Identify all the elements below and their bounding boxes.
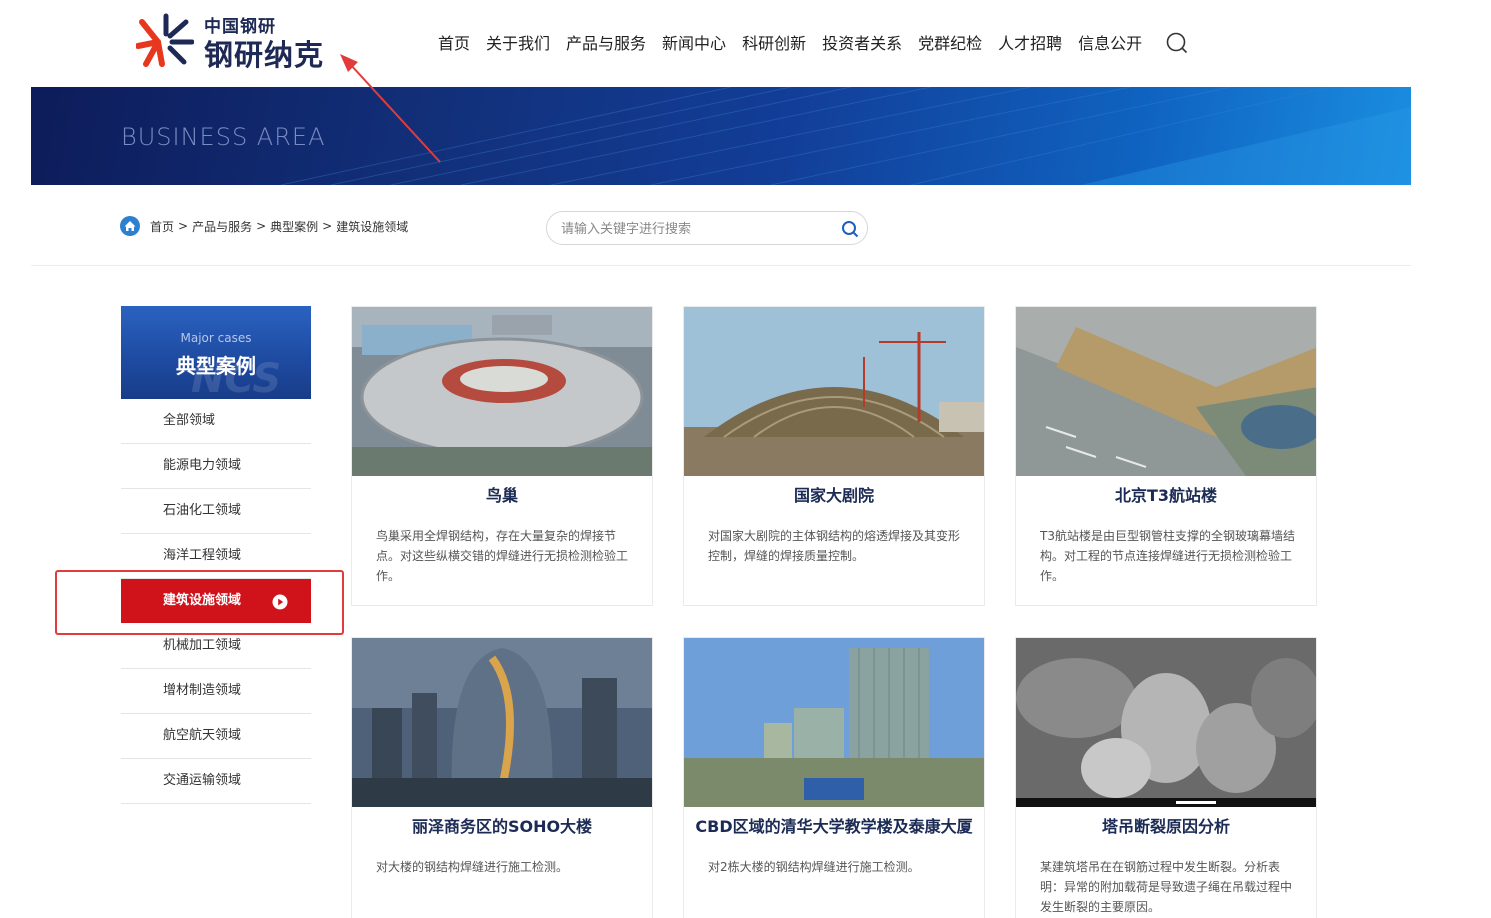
breadcrumb-separator: >	[322, 219, 333, 233]
sidebar-header: NCS Major cases 典型案例	[121, 306, 311, 399]
main-nav: 首页 关于我们 产品与服务 新闻中心 科研创新 投资者关系 党群纪检 人才招聘 …	[438, 30, 1158, 54]
site-header: 中国钢研 钢研纳克 首页 关于我们 产品与服务 新闻中心 科研创新 投资者关系 …	[0, 0, 1491, 87]
nav-disclosure[interactable]: 信息公开	[1078, 30, 1142, 54]
sidebar-title: 典型案例	[176, 354, 256, 378]
case-title[interactable]: 丽泽商务区的SOHO大楼	[352, 813, 652, 837]
case-image-t3-terminal	[1016, 307, 1316, 476]
nav-investors[interactable]: 投资者关系	[822, 30, 902, 54]
annotation-highlight-box	[55, 570, 344, 635]
sidebar-item-transport[interactable]: 交通运输领域	[121, 759, 311, 804]
case-title[interactable]: 鸟巢	[352, 482, 652, 506]
content-divider	[31, 265, 1411, 266]
case-title[interactable]: CBD区域的清华大学教学楼及泰康大厦	[684, 813, 984, 837]
search-icon[interactable]	[1166, 32, 1188, 54]
case-image-birds-nest	[352, 307, 652, 476]
breadcrumb-separator: >	[178, 219, 189, 233]
case-title[interactable]: 国家大剧院	[684, 482, 984, 506]
case-description: 对大楼的钢结构焊缝进行施工检测。	[376, 860, 569, 874]
logo-brand-text: 钢研纳克	[204, 38, 325, 72]
case-image-fracture-sem	[1016, 638, 1316, 807]
sidebar-item-all[interactable]: 全部领域	[121, 399, 311, 444]
case-title[interactable]: 北京T3航站楼	[1016, 482, 1316, 506]
sidebar-item-aerospace[interactable]: 航空航天领域	[121, 714, 311, 759]
nav-party[interactable]: 党群纪检	[918, 30, 982, 54]
breadcrumb: 首页 > 产品与服务 > 典型案例 > 建筑设施领域	[120, 216, 412, 236]
case-card[interactable]: 塔吊断裂原因分析 某建筑塔吊在在钢筋过程中发生断裂。分析表明：异常的附加载荷是导…	[1015, 637, 1317, 918]
case-title[interactable]: 塔吊断裂原因分析	[1016, 813, 1316, 837]
page-banner: BUSINESS AREA	[31, 87, 1411, 185]
sidebar-subtitle: Major cases	[180, 331, 252, 345]
site-logo[interactable]: 中国钢研 钢研纳克	[136, 10, 346, 72]
case-image-cbd-towers	[684, 638, 984, 807]
nav-news[interactable]: 新闻中心	[662, 30, 726, 54]
case-card[interactable]: 北京T3航站楼 T3航站楼是由巨型钢管柱支撑的全钢玻璃幕墙结构。对工程的节点连接…	[1015, 306, 1317, 606]
breadcrumb-separator: >	[256, 219, 267, 233]
nav-about[interactable]: 关于我们	[486, 30, 550, 54]
sidebar-item-energy[interactable]: 能源电力领域	[121, 444, 311, 489]
case-description: 鸟巢采用全焊钢结构，存在大量复杂的焊接节点。对这些纵横交错的焊缝进行无损检测检验…	[376, 529, 629, 583]
case-description: 某建筑塔吊在在钢筋过程中发生断裂。分析表明：异常的附加载荷是导致遗子绳在吊载过程…	[1040, 860, 1293, 914]
breadcrumb-cases[interactable]: 典型案例	[270, 218, 318, 235]
banner-title: BUSINESS AREA	[121, 123, 326, 151]
breadcrumb-products[interactable]: 产品与服务	[192, 218, 252, 235]
case-description: T3航站楼是由巨型钢管柱支撑的全钢玻璃幕墙结构。对工程的节点连接焊缝进行无损检测…	[1040, 529, 1295, 583]
keyword-search	[546, 211, 868, 245]
nav-careers[interactable]: 人才招聘	[998, 30, 1062, 54]
case-card[interactable]: 国家大剧院 对国家大剧院的主体钢结构的熔透焊接及其变形控制，焊缝的焊接质量控制。	[683, 306, 985, 606]
case-card[interactable]: 鸟巢 鸟巢采用全焊钢结构，存在大量复杂的焊接节点。对这些纵横交错的焊缝进行无损检…	[351, 306, 653, 606]
nav-products[interactable]: 产品与服务	[566, 30, 646, 54]
home-icon[interactable]	[120, 216, 140, 236]
breadcrumb-current: 建筑设施领域	[336, 219, 409, 234]
case-image-national-theater	[684, 307, 984, 476]
search-input[interactable]	[561, 219, 821, 239]
case-description: 对2栋大楼的钢结构焊缝进行施工检测。	[708, 860, 920, 874]
breadcrumb-home[interactable]: 首页	[150, 218, 174, 235]
nav-research[interactable]: 科研创新	[742, 30, 806, 54]
case-card[interactable]: 丽泽商务区的SOHO大楼 对大楼的钢结构焊缝进行施工检测。	[351, 637, 653, 918]
case-card[interactable]: CBD区域的清华大学教学楼及泰康大厦 对2栋大楼的钢结构焊缝进行施工检测。	[683, 637, 985, 918]
case-image-soho-tower	[352, 638, 652, 807]
nav-home[interactable]: 首页	[438, 30, 470, 54]
case-description: 对国家大剧院的主体钢结构的熔透焊接及其变形控制，焊缝的焊接质量控制。	[708, 529, 961, 563]
sidebar-item-petrochemical[interactable]: 石油化工领域	[121, 489, 311, 534]
sidebar-item-additive[interactable]: 增材制造领域	[121, 669, 311, 714]
search-button-icon[interactable]	[841, 220, 859, 238]
logo-mark-icon	[136, 13, 194, 67]
